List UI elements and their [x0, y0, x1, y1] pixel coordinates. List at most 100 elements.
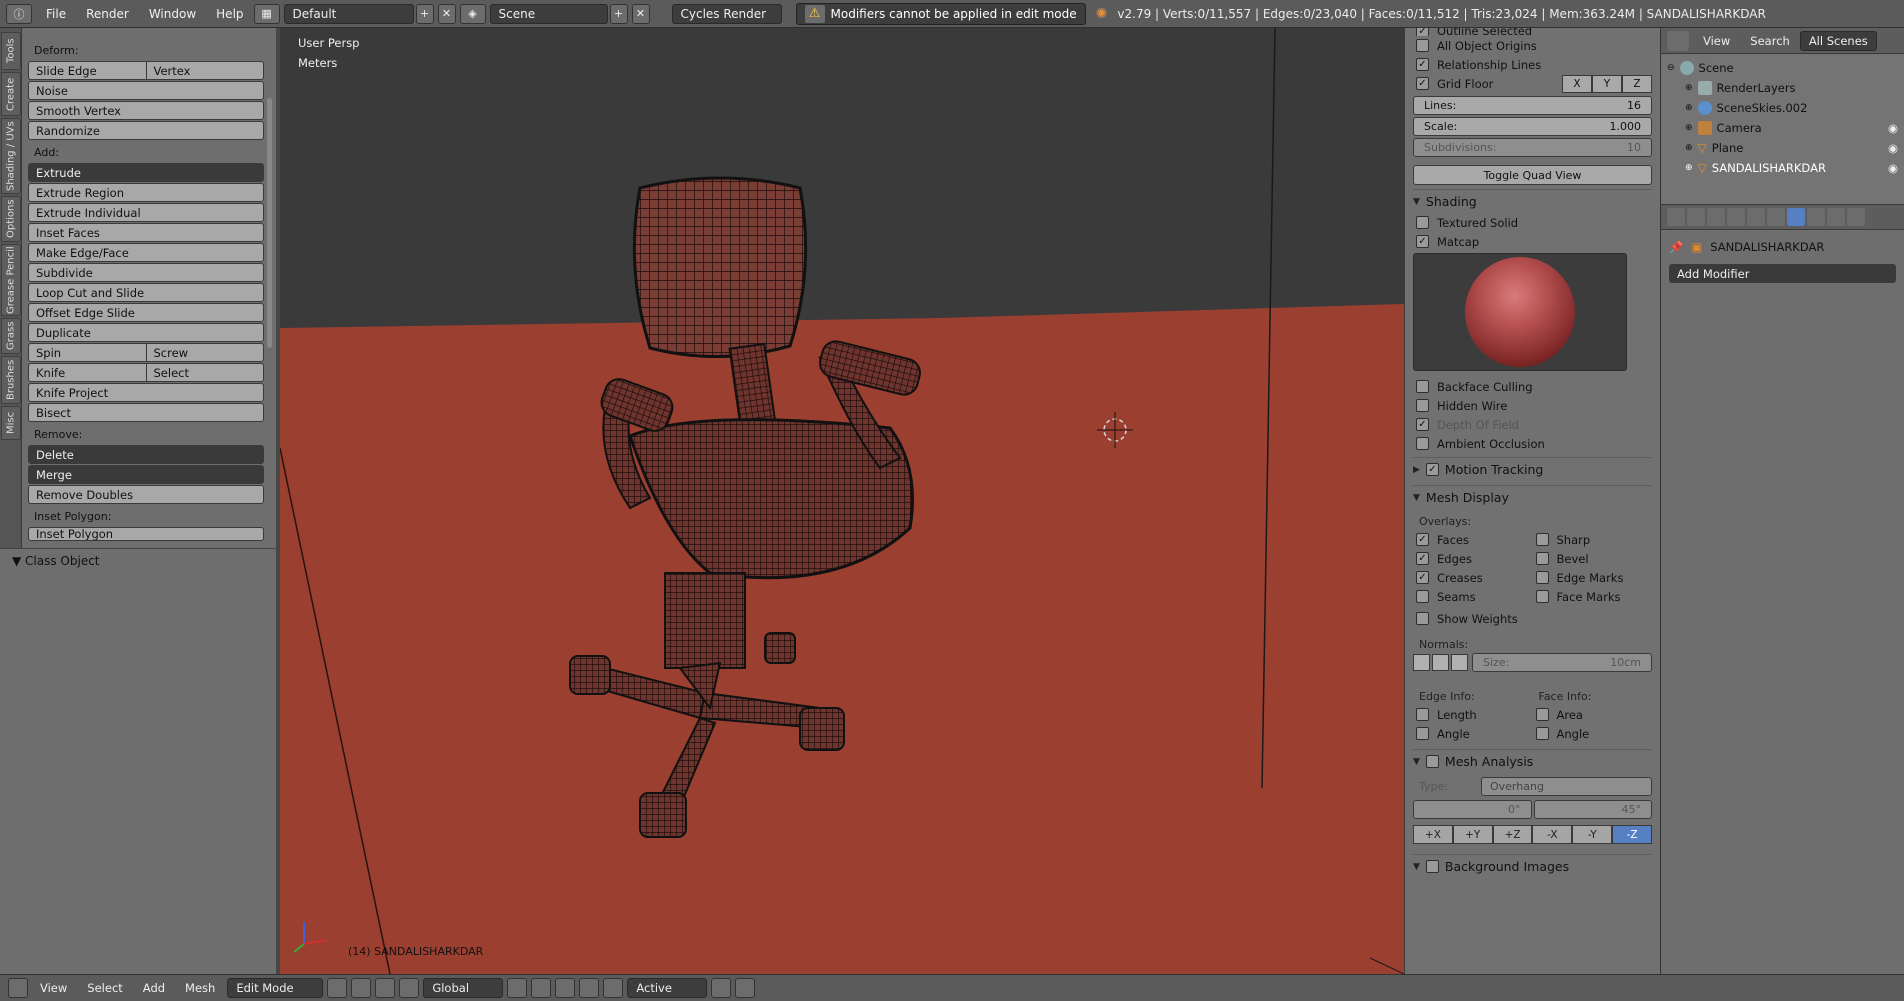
outline-selected-toggle[interactable]: ✓ Outline Selected: [1413, 28, 1652, 36]
face-normals-icon[interactable]: [1451, 654, 1468, 671]
menu-help[interactable]: Help: [206, 4, 253, 24]
menu-mesh[interactable]: Mesh: [177, 981, 223, 995]
vertex-slide-button[interactable]: Vertex: [146, 61, 264, 80]
depth-of-field-checkbox[interactable]: ✓: [1416, 418, 1429, 431]
manipulator-icon[interactable]: [375, 978, 396, 998]
menu-view[interactable]: View: [32, 981, 75, 995]
class-object-panel[interactable]: ▼ Class Object: [0, 549, 276, 573]
outliner-display-select[interactable]: All Scenes: [1799, 30, 1877, 51]
smooth-vertex-button[interactable]: Smooth Vertex: [28, 101, 264, 120]
render-anim-icon[interactable]: [735, 978, 756, 998]
edges-toggle[interactable]: ✓ Edges: [1413, 549, 1533, 568]
show-weights-toggle[interactable]: Show Weights: [1413, 609, 1652, 628]
all-origins-toggle[interactable]: All Object Origins: [1413, 36, 1652, 55]
face-area-toggle[interactable]: Area: [1533, 705, 1653, 724]
textured-solid-checkbox[interactable]: [1416, 216, 1429, 229]
seams-toggle[interactable]: Seams: [1413, 587, 1533, 606]
axis-pos-y-button[interactable]: +Y: [1452, 825, 1493, 844]
axis-z-toggle[interactable]: Z: [1622, 74, 1652, 93]
ambient-occlusion-checkbox[interactable]: [1416, 437, 1429, 450]
hidden-wire-toggle[interactable]: Hidden Wire: [1413, 396, 1652, 415]
outliner-item-camera[interactable]: ⊕ Camera ◉: [1661, 118, 1904, 138]
visibility-eye-icon[interactable]: ◉: [1888, 141, 1898, 155]
mesh-display-panel-header[interactable]: ▼ Mesh Display: [1413, 485, 1652, 509]
extrude-region-button[interactable]: Extrude Region: [28, 183, 264, 202]
outliner-search-menu[interactable]: Search: [1744, 34, 1796, 48]
subdivide-button[interactable]: Subdivide: [28, 263, 264, 282]
menu-file[interactable]: File: [36, 4, 76, 24]
pin-icon[interactable]: 📌: [1669, 240, 1683, 254]
outliner-item-scene[interactable]: ⊖ Scene: [1661, 58, 1904, 78]
world-tab-icon[interactable]: [1727, 208, 1745, 226]
grid-floor-toggle[interactable]: ✓ Grid Floor X Y Z: [1413, 74, 1652, 93]
constraints-tab-icon[interactable]: [1767, 208, 1785, 226]
shading-panel-header[interactable]: ▼ Shading: [1413, 189, 1652, 213]
face-marks-toggle[interactable]: Face Marks: [1533, 587, 1653, 606]
outliner-editor-icon[interactable]: [1667, 30, 1689, 51]
outliner-view-menu[interactable]: View: [1693, 34, 1740, 48]
remove-scene-icon[interactable]: ✕: [631, 3, 650, 24]
mesh-analysis-checkbox[interactable]: [1425, 755, 1439, 768]
outliner-item-plane[interactable]: ⊕ ▽ Plane ◉: [1661, 138, 1904, 158]
faces-checkbox[interactable]: ✓: [1416, 533, 1429, 546]
snap-target-select[interactable]: Active: [627, 978, 708, 998]
overhang-min-field[interactable]: 0°: [1413, 800, 1532, 819]
all-origins-checkbox[interactable]: [1416, 39, 1429, 52]
menu-add[interactable]: Add: [135, 981, 173, 995]
knife-button[interactable]: Knife: [28, 363, 147, 382]
backface-culling-toggle[interactable]: Backface Culling: [1413, 377, 1652, 396]
vertex-select-icon[interactable]: [507, 978, 528, 998]
slide-edge-button[interactable]: Slide Edge: [28, 61, 147, 80]
render-layers-tab-icon[interactable]: [1687, 208, 1705, 226]
menu-select[interactable]: Select: [79, 981, 130, 995]
randomize-button[interactable]: Randomize: [28, 121, 264, 140]
edge-angle-checkbox[interactable]: [1416, 727, 1429, 740]
mode-select[interactable]: Edit Mode: [227, 978, 324, 998]
relationship-lines-checkbox[interactable]: ✓: [1416, 58, 1429, 71]
noise-button[interactable]: Noise: [28, 81, 264, 100]
bevel-toggle[interactable]: Bevel: [1533, 549, 1653, 568]
face-angle-checkbox[interactable]: [1535, 727, 1549, 740]
remove-doubles-button[interactable]: Remove Doubles: [28, 485, 264, 504]
motion-tracking-panel-header[interactable]: ▶ ✓ Motion Tracking: [1413, 457, 1652, 481]
texture-tab-icon[interactable]: [1847, 208, 1865, 226]
edge-length-toggle[interactable]: Length: [1413, 705, 1533, 724]
matcap-preview[interactable]: [1413, 253, 1627, 371]
screw-button[interactable]: Screw: [146, 343, 264, 362]
scene-tab-icon[interactable]: [1707, 208, 1725, 226]
visibility-eye-icon[interactable]: ◉: [1888, 121, 1898, 135]
axis-neg-y-button[interactable]: -Y: [1572, 825, 1613, 844]
axis-pos-x-button[interactable]: +X: [1413, 825, 1453, 844]
normals-size-field[interactable]: Size: 10cm: [1472, 653, 1652, 672]
grid-subdivisions-field[interactable]: Subdivisions: 10: [1413, 138, 1652, 157]
creases-toggle[interactable]: ✓ Creases: [1413, 568, 1533, 587]
merge-menu[interactable]: Merge: [28, 465, 264, 484]
material-tab-icon[interactable]: [1827, 208, 1845, 226]
tab-options[interactable]: Options: [1, 196, 21, 242]
show-weights-checkbox[interactable]: [1416, 612, 1429, 625]
outline-selected-checkbox[interactable]: ✓: [1416, 28, 1429, 36]
grid-scale-field[interactable]: Scale: 1.000: [1413, 117, 1652, 136]
outliner-item-sandalisharkdar[interactable]: ⊕ ▽ SANDALISHARKDAR ◉: [1661, 158, 1904, 178]
extrude-individual-button[interactable]: Extrude Individual: [28, 203, 264, 222]
scene-select[interactable]: Scene: [489, 3, 608, 24]
axis-neg-x-button[interactable]: -X: [1532, 825, 1573, 844]
translate-icon[interactable]: [399, 978, 420, 998]
depth-of-field-toggle[interactable]: ✓ Depth Of Field: [1413, 415, 1652, 434]
snap-icon[interactable]: [603, 978, 624, 998]
add-layout-icon[interactable]: +: [415, 3, 434, 24]
loop-cut-button[interactable]: Loop Cut and Slide: [28, 283, 264, 302]
tab-shading-uvs[interactable]: Shading / UVs: [1, 118, 21, 194]
pivot-point-icon[interactable]: [351, 978, 372, 998]
seams-checkbox[interactable]: [1416, 590, 1429, 603]
background-images-checkbox[interactable]: [1425, 860, 1439, 873]
proportional-edit-icon[interactable]: [579, 978, 600, 998]
hidden-wire-checkbox[interactable]: [1416, 399, 1429, 412]
delete-menu[interactable]: Delete: [28, 445, 264, 464]
offset-edge-slide-button[interactable]: Offset Edge Slide: [28, 303, 264, 322]
modifiers-tab-icon[interactable]: [1787, 208, 1805, 226]
axis-neg-z-button[interactable]: -Z: [1612, 825, 1652, 844]
add-scene-icon[interactable]: +: [609, 3, 628, 24]
layout-select[interactable]: Default: [283, 3, 414, 24]
editor-type-icon[interactable]: [8, 978, 28, 998]
